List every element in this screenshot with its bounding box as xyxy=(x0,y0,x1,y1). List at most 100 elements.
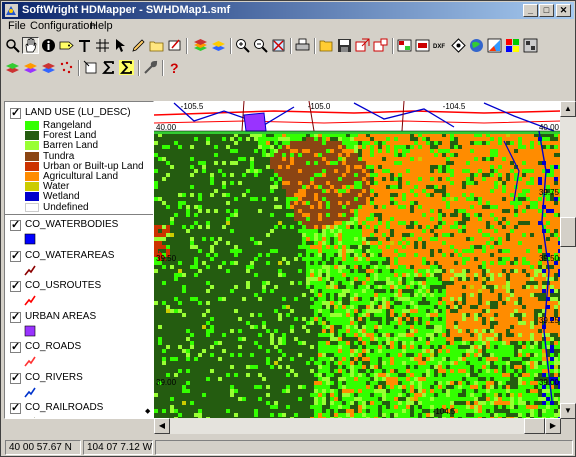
latitude-label: 39.50 xyxy=(156,254,177,263)
draw-tool-button[interactable] xyxy=(130,37,147,54)
scroll-right-button[interactable]: ▶ xyxy=(545,418,561,434)
sum-selected-button[interactable] xyxy=(118,59,135,76)
folder-icon xyxy=(149,41,164,52)
close-button[interactable]: ✕ xyxy=(556,4,571,17)
scroll-down-button[interactable]: ▼ xyxy=(560,403,576,419)
layer-item[interactable]: CO_RIVERS xyxy=(5,371,153,399)
land-use-layer-name: LAND USE (LU_DESC) xyxy=(25,107,131,118)
text-tool-button[interactable] xyxy=(76,37,93,54)
status-bar: 40 00 57.67 N 104 07 7.12 W xyxy=(2,438,574,456)
import-button[interactable] xyxy=(372,37,389,54)
legend-swatch xyxy=(25,202,39,212)
sum-button[interactable] xyxy=(100,59,117,76)
layer-name: CO_WATERBODIES xyxy=(25,219,119,230)
longitude-label: -104.5 xyxy=(433,407,456,416)
edit-layer-button[interactable] xyxy=(166,37,183,54)
palette-button[interactable] xyxy=(504,37,521,54)
globe-button[interactable] xyxy=(468,37,485,54)
vertical-scrollbar[interactable]: ▲ ▼ xyxy=(560,101,576,419)
layer-stack-icon xyxy=(212,41,225,51)
select-tool-button[interactable] xyxy=(112,37,129,54)
map-canvas[interactable]: -105.5 -105.0 -104.5 40.00 39.50 39.00 40.00 39… xyxy=(154,101,561,418)
dxf-icon: DXF xyxy=(433,44,445,50)
legend-swatch xyxy=(25,131,39,141)
frame-button[interactable] xyxy=(82,59,99,76)
color-button[interactable] xyxy=(486,37,503,54)
table-button[interactable] xyxy=(396,37,413,54)
layer-visibility-checkbox[interactable] xyxy=(10,279,21,292)
menu-bar: File Configuration Help xyxy=(2,19,574,34)
sigma-icon xyxy=(101,61,114,74)
svg-text:?: ? xyxy=(170,60,179,75)
import-icon xyxy=(373,38,388,52)
help-button[interactable]: ? xyxy=(166,59,183,76)
tools-button[interactable] xyxy=(142,59,159,76)
layer-item[interactable]: CO_ROADS xyxy=(5,340,153,368)
print-button[interactable] xyxy=(294,37,311,54)
crosshair-icon xyxy=(96,39,109,52)
layer-visibility-checkbox[interactable] xyxy=(10,218,21,231)
layer-item[interactable]: CO_RAILROADS xyxy=(5,401,153,418)
zoom-tool-button[interactable] xyxy=(4,37,21,54)
app-window: SoftWright HDMapper - SWHDMap1.smf _ □ ✕… xyxy=(0,0,576,457)
minimize-button[interactable]: _ xyxy=(523,4,538,17)
scroll-left-button[interactable]: ◀ xyxy=(154,418,170,434)
layer-item[interactable]: CO_WATERBODIES xyxy=(5,218,153,246)
layers-button[interactable] xyxy=(192,37,209,54)
fill-symbol-icon xyxy=(24,325,36,336)
layer-move-button[interactable] xyxy=(40,59,57,76)
menu-configuration[interactable]: Configuration xyxy=(30,20,95,32)
layer-properties-button[interactable] xyxy=(210,37,227,54)
grid-tool-button[interactable] xyxy=(94,37,111,54)
info-tool-button[interactable] xyxy=(40,37,57,54)
horizontal-scrollbar[interactable]: ◀ ▶ xyxy=(154,418,561,434)
folder-layer-button[interactable] xyxy=(148,37,165,54)
zoom-extent-button[interactable] xyxy=(270,37,287,54)
export-icon xyxy=(355,38,370,52)
points-button[interactable] xyxy=(58,59,75,76)
legend-panel[interactable]: LAND USE (LU_DESC) RangelandForest LandB… xyxy=(4,101,154,419)
menu-file[interactable]: File xyxy=(8,20,26,32)
open-button[interactable] xyxy=(318,37,335,54)
layer-item[interactable]: CO_USROUTES xyxy=(5,279,153,307)
zoom-in-button[interactable] xyxy=(234,37,251,54)
sigma-selected-icon xyxy=(119,60,134,75)
symbol-button[interactable] xyxy=(450,37,467,54)
title-bar[interactable]: SoftWright HDMapper - SWHDMap1.smf _ □ ✕ xyxy=(2,2,574,19)
label-tool-button[interactable] xyxy=(58,37,75,54)
layer-name: CO_WATERAREAS xyxy=(25,249,115,261)
horizontal-scroll-thumb[interactable] xyxy=(524,418,545,434)
layer-add-icon xyxy=(6,63,19,73)
layer-add-button[interactable] xyxy=(4,59,21,76)
layer-visibility-checkbox[interactable] xyxy=(10,310,21,323)
export-button[interactable] xyxy=(354,37,371,54)
legend-expand-icon[interactable]: ◆ xyxy=(145,407,150,415)
zoom-out-button[interactable] xyxy=(252,37,269,54)
latitude-label: 40.00 xyxy=(539,123,560,132)
layer-visibility-checkbox[interactable] xyxy=(10,371,21,384)
grid-view-button[interactable] xyxy=(522,37,539,54)
layer-item[interactable]: CO_WATERAREAS xyxy=(5,249,153,277)
attributes-icon xyxy=(415,39,430,52)
layer-visibility-checkbox[interactable] xyxy=(10,401,21,414)
wrench-icon xyxy=(144,60,158,74)
legend-swatch xyxy=(25,151,39,161)
menu-help[interactable]: Help xyxy=(90,20,113,32)
vertical-scroll-thumb[interactable] xyxy=(560,217,576,247)
legend-swatch xyxy=(25,172,39,181)
scroll-up-button[interactable]: ▲ xyxy=(560,101,576,117)
text-icon xyxy=(79,40,90,52)
layer-item[interactable]: URBAN AREAS xyxy=(5,310,153,338)
fill-symbol-icon xyxy=(24,233,36,245)
layer-name: CO_USROUTES xyxy=(25,280,102,291)
layer-edit-button[interactable] xyxy=(22,59,39,76)
pan-tool-button[interactable] xyxy=(22,37,39,54)
dxf-button[interactable]: DXF xyxy=(432,37,449,54)
attributes-button[interactable] xyxy=(414,37,431,54)
land-use-checkbox[interactable] xyxy=(10,106,21,119)
save-button[interactable] xyxy=(336,37,353,54)
maximize-button[interactable]: □ xyxy=(539,4,554,17)
land-use-layer[interactable]: LAND USE (LU_DESC) RangelandForest LandB… xyxy=(5,106,153,214)
layer-visibility-checkbox[interactable] xyxy=(10,249,21,262)
layer-visibility-checkbox[interactable] xyxy=(10,340,21,353)
